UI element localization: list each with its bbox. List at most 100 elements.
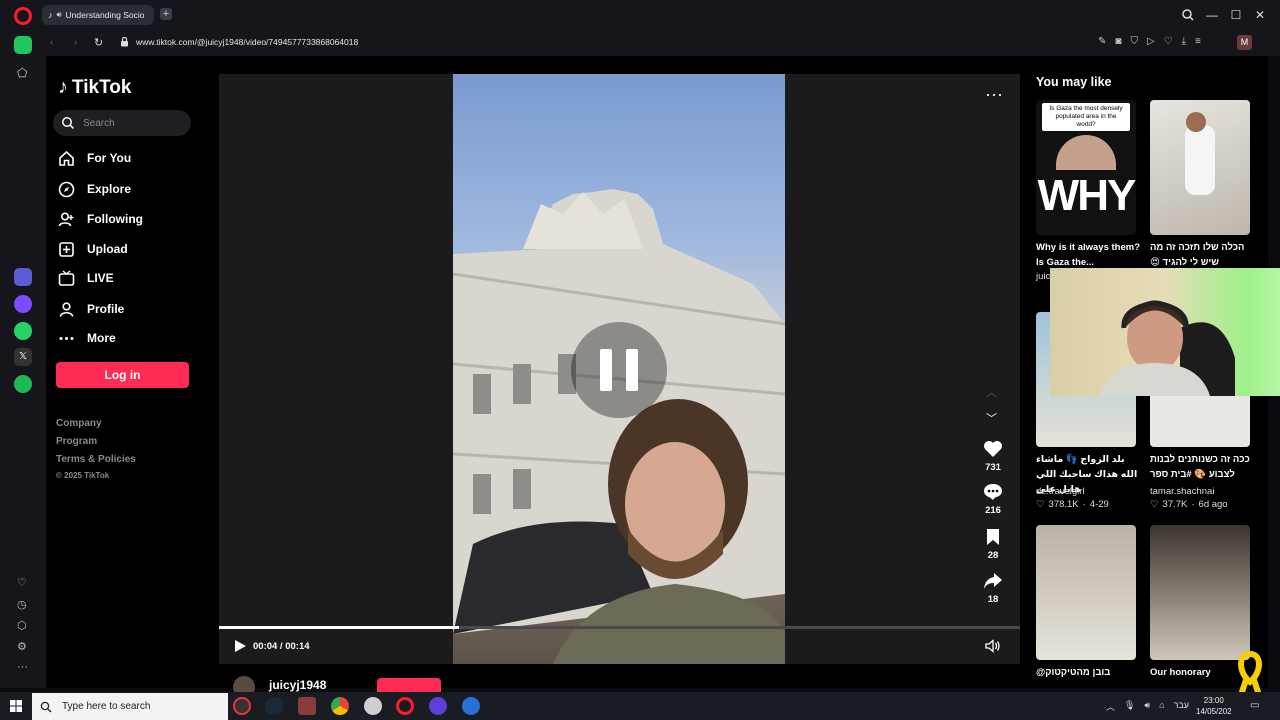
opera-taskbar-icon[interactable] <box>396 697 414 715</box>
recommendation-caption-5[interactable]: @בובן מהטיקטוק <box>1036 665 1140 680</box>
nav-more[interactable]: More <box>58 327 198 349</box>
next-video-icon[interactable]: ﹀ <box>986 410 997 426</box>
play-icon[interactable]: ▷ <box>1147 36 1155 47</box>
recommendation-caption-1[interactable]: Why is it always them? Is Gaza the... <box>1036 240 1140 270</box>
network-icon[interactable]: ⌂ <box>1159 700 1164 713</box>
recommendation-caption-2[interactable]: הכלה שלו תזכה זה מה שיש לי להגיד 😍 <box>1150 240 1254 270</box>
extensions-icon[interactable]: ⬡ <box>17 619 27 632</box>
login-button[interactable]: Log in <box>56 362 189 388</box>
chrome-icon[interactable] <box>331 697 349 715</box>
tray-volume-icon[interactable]: 🔊︎ <box>1144 700 1150 713</box>
author-username[interactable]: juicyj1948 <box>269 678 326 692</box>
reload-icon[interactable]: ↻ <box>94 36 103 49</box>
search-bar[interactable] <box>53 110 191 136</box>
menu-icon[interactable]: ≡ <box>1195 36 1201 47</box>
nav-label: More <box>87 331 116 345</box>
video-time: 00:04 / 00:14 <box>253 641 310 652</box>
new-tab-button[interactable]: + <box>160 8 172 20</box>
taskbar-app-1-icon[interactable] <box>233 697 251 715</box>
keyboard-language[interactable]: עבר <box>1174 700 1189 713</box>
back-icon[interactable]: ‹ <box>50 37 53 48</box>
x-twitter-icon[interactable]: 𝕏 <box>14 348 32 366</box>
pinboard-icon[interactable]: ⬠ <box>17 66 27 80</box>
more-options-icon[interactable]: ··· <box>985 84 1003 105</box>
nav-label: For You <box>87 151 132 165</box>
share-button[interactable]: 18 <box>978 572 1008 605</box>
favorites-icon[interactable]: ♡ <box>17 576 27 589</box>
volume-icon[interactable] <box>985 639 1001 653</box>
taskbar-app-7-icon[interactable] <box>429 697 447 715</box>
forward-icon[interactable]: › <box>74 37 77 48</box>
recommendation-meta-3: ♡ 378.1K · 4-29 <box>1036 499 1109 510</box>
recommendation-thumb-2[interactable] <box>1150 100 1250 235</box>
home-shortcut-icon[interactable] <box>14 36 32 54</box>
thumb-person <box>1185 125 1215 195</box>
whatsapp-icon[interactable] <box>14 322 32 340</box>
aria-icon[interactable] <box>14 268 32 286</box>
nav-explore[interactable]: Explore <box>58 178 198 200</box>
nav-for-you[interactable]: For You <box>58 147 198 169</box>
minimize-button[interactable]: — <box>1204 7 1220 23</box>
taskbar-app-8-icon[interactable] <box>462 697 480 715</box>
play-icon[interactable] <box>233 639 247 653</box>
taskbar-app-3-icon[interactable] <box>298 697 316 715</box>
camera-icon[interactable]: ◙ <box>1115 36 1121 47</box>
recommendation-author-4[interactable]: tamar.shachnai <box>1150 486 1214 497</box>
taskbar-clock[interactable]: 23:00 14/05/202 <box>1196 695 1232 717</box>
more-sidebar-icon[interactable]: ··· <box>17 661 28 673</box>
steam-icon[interactable] <box>265 697 283 715</box>
nav-label: LIVE <box>87 271 114 285</box>
history-icon[interactable]: ◷ <box>17 598 27 611</box>
taskbar-app-5-icon[interactable] <box>364 697 382 715</box>
footer-company-link[interactable]: Company <box>56 418 102 429</box>
messenger-icon[interactable] <box>14 295 32 313</box>
notifications-icon[interactable]: ▭ <box>1250 700 1259 711</box>
date: 4-29 <box>1089 499 1109 510</box>
footer-terms-link[interactable]: Terms & Policies <box>56 454 136 465</box>
recommendation-author-3[interactable]: dz.travelgirl <box>1036 486 1085 497</box>
recommendation-thumb-5[interactable] <box>1036 525 1136 660</box>
windows-start-icon[interactable] <box>10 700 22 712</box>
search-tabs-icon[interactable] <box>1180 7 1196 23</box>
settings-icon[interactable]: ⚙ <box>17 640 27 653</box>
profile-avatar[interactable]: M <box>1237 35 1252 50</box>
download-icon[interactable]: ⤓ <box>1182 36 1186 47</box>
browser-tab-bar <box>0 0 1280 30</box>
maximize-button[interactable]: ☐ <box>1228 7 1244 23</box>
pause-button[interactable] <box>571 322 667 418</box>
edit-icon[interactable]: ✎ <box>1098 36 1106 47</box>
previous-video-icon[interactable]: ︿ <box>986 384 997 400</box>
footer-program-link[interactable]: Program <box>56 436 97 447</box>
nav-following[interactable]: Following <box>58 208 198 230</box>
nav-profile[interactable]: Profile <box>58 298 198 320</box>
like-button[interactable]: 731 <box>978 440 1008 473</box>
microphone-icon[interactable]: 🎙︎ <box>1124 700 1135 713</box>
recommendation-author-1[interactable]: juic <box>1036 271 1050 282</box>
like-count: 731 <box>985 462 1001 473</box>
close-window-button[interactable]: ✕ <box>1252 7 1268 23</box>
url-field[interactable]: www.tiktok.com/@juicyj1948/video/7494577… <box>136 37 358 47</box>
shield-icon[interactable]: ⛉ <box>1130 36 1138 47</box>
nav-label: Explore <box>87 182 132 196</box>
recommendation-caption-4[interactable]: ככה זה כשנותנים לבנות לצבוע 🎨 #בית ספר <box>1150 452 1254 482</box>
save-button[interactable]: 28 <box>978 528 1008 561</box>
search-input[interactable] <box>83 117 183 129</box>
opera-logo-icon[interactable] <box>14 7 32 25</box>
search-icon <box>40 701 52 712</box>
taskbar-search[interactable]: Type here to search <box>32 693 228 720</box>
speaker-icon[interactable]: 🔊︎ <box>57 10 62 20</box>
browser-tab[interactable]: ♪ 🔊︎ Understanding Socio <box>42 5 154 25</box>
likes-count: 37.7K <box>1162 499 1188 510</box>
nav-live[interactable]: LIVE <box>58 267 198 289</box>
tray-chevron-icon[interactable]: ︿ <box>1106 700 1115 713</box>
address-toolbar: ✎ ◙ ⛉ ▷ ♡ ⤓ ≡ <box>1098 36 1201 47</box>
recommendation-thumb-6[interactable] <box>1150 525 1250 660</box>
heart-icon[interactable]: ♡ <box>1164 36 1173 47</box>
nav-upload[interactable]: Upload <box>58 238 198 260</box>
date: 6d ago <box>1198 499 1228 510</box>
spotify-icon[interactable] <box>14 375 32 393</box>
comment-button[interactable]: 216 <box>978 483 1008 516</box>
recommendation-thumb-1[interactable]: Is Gaza the most densely populated area … <box>1036 100 1136 235</box>
tiktok-logo[interactable]: ♪ TikTok <box>58 76 131 99</box>
home-icon <box>59 150 74 166</box>
